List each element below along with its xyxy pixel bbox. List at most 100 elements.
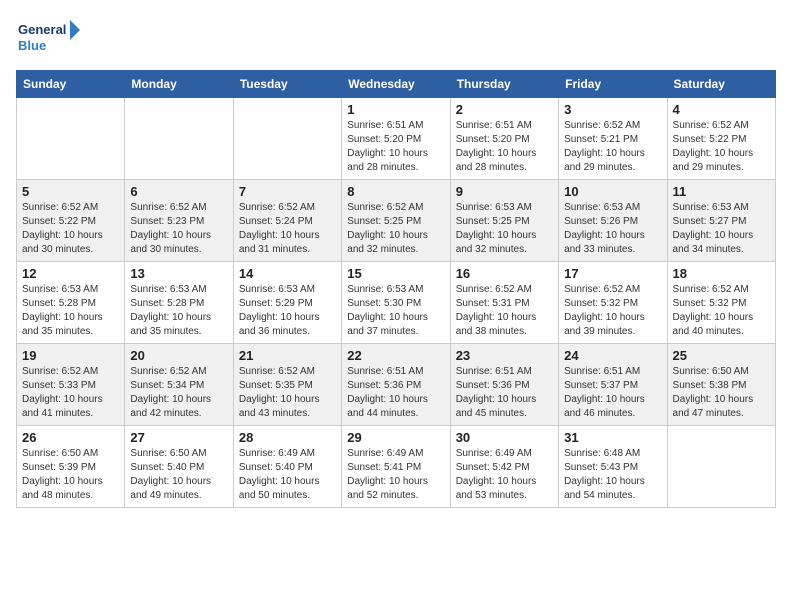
svg-text:Blue: Blue (18, 38, 46, 53)
calendar-day-18: 18 Sunrise: 6:52 AM Sunset: 5:32 PM Dayli… (667, 262, 775, 344)
calendar-day-11: 11 Sunrise: 6:53 AM Sunset: 5:27 PM Dayli… (667, 180, 775, 262)
day-info: Sunrise: 6:51 AM Sunset: 5:20 PM Dayligh… (456, 119, 553, 175)
day-info: Sunrise: 6:52 AM Sunset: 5:32 PM Dayligh… (564, 283, 661, 339)
calendar-day-7: 7 Sunrise: 6:52 AM Sunset: 5:24 PM Daylig… (233, 180, 341, 262)
calendar-day-9: 9 Sunrise: 6:53 AM Sunset: 5:25 PM Daylig… (450, 180, 558, 262)
day-of-week-friday: Friday (559, 71, 667, 98)
calendar-day-6: 6 Sunrise: 6:52 AM Sunset: 5:23 PM Daylig… (125, 180, 233, 262)
day-of-week-sunday: Sunday (17, 71, 125, 98)
day-number: 28 (239, 430, 336, 445)
calendar-day-empty (125, 98, 233, 180)
day-info: Sunrise: 6:53 AM Sunset: 5:28 PM Dayligh… (22, 283, 119, 339)
day-number: 9 (456, 184, 553, 199)
day-info: Sunrise: 6:53 AM Sunset: 5:25 PM Dayligh… (456, 201, 553, 257)
calendar-day-26: 26 Sunrise: 6:50 AM Sunset: 5:39 PM Dayli… (17, 426, 125, 508)
day-number: 31 (564, 430, 661, 445)
calendar-day-5: 5 Sunrise: 6:52 AM Sunset: 5:22 PM Daylig… (17, 180, 125, 262)
day-info: Sunrise: 6:52 AM Sunset: 5:22 PM Dayligh… (22, 201, 119, 257)
day-number: 24 (564, 348, 661, 363)
calendar-day-10: 10 Sunrise: 6:53 AM Sunset: 5:26 PM Dayli… (559, 180, 667, 262)
day-number: 8 (347, 184, 444, 199)
day-number: 16 (456, 266, 553, 281)
days-of-week-row: SundayMondayTuesdayWednesdayThursdayFrid… (17, 71, 776, 98)
calendar-day-31: 31 Sunrise: 6:48 AM Sunset: 5:43 PM Dayli… (559, 426, 667, 508)
day-number: 18 (673, 266, 770, 281)
calendar-day-empty (17, 98, 125, 180)
day-info: Sunrise: 6:52 AM Sunset: 5:21 PM Dayligh… (564, 119, 661, 175)
day-number: 27 (130, 430, 227, 445)
day-number: 23 (456, 348, 553, 363)
day-info: Sunrise: 6:53 AM Sunset: 5:26 PM Dayligh… (564, 201, 661, 257)
calendar-day-19: 19 Sunrise: 6:52 AM Sunset: 5:33 PM Dayli… (17, 344, 125, 426)
day-number: 10 (564, 184, 661, 199)
calendar-day-2: 2 Sunrise: 6:51 AM Sunset: 5:20 PM Daylig… (450, 98, 558, 180)
calendar-day-23: 23 Sunrise: 6:51 AM Sunset: 5:36 PM Dayli… (450, 344, 558, 426)
calendar-week-row: 26 Sunrise: 6:50 AM Sunset: 5:39 PM Dayli… (17, 426, 776, 508)
calendar-day-27: 27Sunrise: 6:50 AM Sunset: 5:40 PM Dayli… (125, 426, 233, 508)
day-number: 6 (130, 184, 227, 199)
calendar-week-row: 5 Sunrise: 6:52 AM Sunset: 5:22 PM Daylig… (17, 180, 776, 262)
calendar-day-4: 4Sunrise: 6:52 AM Sunset: 5:22 PM Daylig… (667, 98, 775, 180)
day-info: Sunrise: 6:52 AM Sunset: 5:23 PM Dayligh… (130, 201, 227, 257)
calendar-day-17: 17 Sunrise: 6:52 AM Sunset: 5:32 PM Dayli… (559, 262, 667, 344)
day-info: Sunrise: 6:51 AM Sunset: 5:37 PM Dayligh… (564, 365, 661, 421)
calendar-day-16: 16 Sunrise: 6:52 AM Sunset: 5:31 PM Dayli… (450, 262, 558, 344)
day-info: Sunrise: 6:49 AM Sunset: 5:42 PM Dayligh… (456, 447, 553, 503)
day-number: 17 (564, 266, 661, 281)
day-info: Sunrise: 6:50 AM Sunset: 5:39 PM Dayligh… (22, 447, 119, 503)
calendar-week-row: 1 Sunrise: 6:51 AM Sunset: 5:20 PM Daylig… (17, 98, 776, 180)
calendar-day-1: 1 Sunrise: 6:51 AM Sunset: 5:20 PM Daylig… (342, 98, 450, 180)
page-header: General Blue (16, 16, 776, 58)
day-info: Sunrise: 6:52 AM Sunset: 5:33 PM Dayligh… (22, 365, 119, 421)
calendar-day-13: 13Sunrise: 6:53 AM Sunset: 5:28 PM Dayli… (125, 262, 233, 344)
day-number: 3 (564, 102, 661, 117)
calendar-day-14: 14Sunrise: 6:53 AM Sunset: 5:29 PM Dayli… (233, 262, 341, 344)
calendar-day-28: 28 Sunrise: 6:49 AM Sunset: 5:40 PM Dayli… (233, 426, 341, 508)
day-number: 12 (22, 266, 119, 281)
day-info: Sunrise: 6:52 AM Sunset: 5:35 PM Dayligh… (239, 365, 336, 421)
day-info: Sunrise: 6:53 AM Sunset: 5:27 PM Dayligh… (673, 201, 770, 257)
day-number: 20 (130, 348, 227, 363)
day-number: 5 (22, 184, 119, 199)
day-info: Sunrise: 6:50 AM Sunset: 5:38 PM Dayligh… (673, 365, 770, 421)
day-info: Sunrise: 6:51 AM Sunset: 5:36 PM Dayligh… (347, 365, 444, 421)
day-number: 1 (347, 102, 444, 117)
day-number: 7 (239, 184, 336, 199)
svg-text:General: General (18, 22, 66, 37)
calendar-day-12: 12 Sunrise: 6:53 AM Sunset: 5:28 PM Dayli… (17, 262, 125, 344)
logo: General Blue (16, 16, 86, 58)
day-info: Sunrise: 6:52 AM Sunset: 5:24 PM Dayligh… (239, 201, 336, 257)
day-info: Sunrise: 6:51 AM Sunset: 5:36 PM Dayligh… (456, 365, 553, 421)
day-info: Sunrise: 6:52 AM Sunset: 5:32 PM Dayligh… (673, 283, 770, 339)
day-info: Sunrise: 6:48 AM Sunset: 5:43 PM Dayligh… (564, 447, 661, 503)
day-number: 21 (239, 348, 336, 363)
day-number: 25 (673, 348, 770, 363)
day-number: 13 (130, 266, 227, 281)
day-info: Sunrise: 6:53 AM Sunset: 5:29 PM Dayligh… (239, 283, 336, 339)
day-number: 2 (456, 102, 553, 117)
day-number: 11 (673, 184, 770, 199)
calendar-day-3: 3 Sunrise: 6:52 AM Sunset: 5:21 PM Daylig… (559, 98, 667, 180)
day-info: Sunrise: 6:52 AM Sunset: 5:25 PM Dayligh… (347, 201, 444, 257)
day-info: Sunrise: 6:52 AM Sunset: 5:34 PM Dayligh… (130, 365, 227, 421)
day-info: Sunrise: 6:51 AM Sunset: 5:20 PM Dayligh… (347, 119, 444, 175)
day-number: 19 (22, 348, 119, 363)
calendar-day-empty (667, 426, 775, 508)
calendar-day-empty (233, 98, 341, 180)
calendar-table: SundayMondayTuesdayWednesdayThursdayFrid… (16, 70, 776, 508)
day-of-week-monday: Monday (125, 71, 233, 98)
calendar-day-15: 15Sunrise: 6:53 AM Sunset: 5:30 PM Dayli… (342, 262, 450, 344)
calendar-day-25: 25 Sunrise: 6:50 AM Sunset: 5:38 PM Dayli… (667, 344, 775, 426)
day-info: Sunrise: 6:49 AM Sunset: 5:40 PM Dayligh… (239, 447, 336, 503)
day-of-week-saturday: Saturday (667, 71, 775, 98)
day-number: 15 (347, 266, 444, 281)
calendar-week-row: 12 Sunrise: 6:53 AM Sunset: 5:28 PM Dayli… (17, 262, 776, 344)
calendar-day-20: 20 Sunrise: 6:52 AM Sunset: 5:34 PM Dayli… (125, 344, 233, 426)
calendar-week-row: 19 Sunrise: 6:52 AM Sunset: 5:33 PM Dayli… (17, 344, 776, 426)
day-number: 30 (456, 430, 553, 445)
day-number: 26 (22, 430, 119, 445)
day-info: Sunrise: 6:52 AM Sunset: 5:31 PM Dayligh… (456, 283, 553, 339)
day-of-week-wednesday: Wednesday (342, 71, 450, 98)
day-number: 4 (673, 102, 770, 117)
day-of-week-tuesday: Tuesday (233, 71, 341, 98)
